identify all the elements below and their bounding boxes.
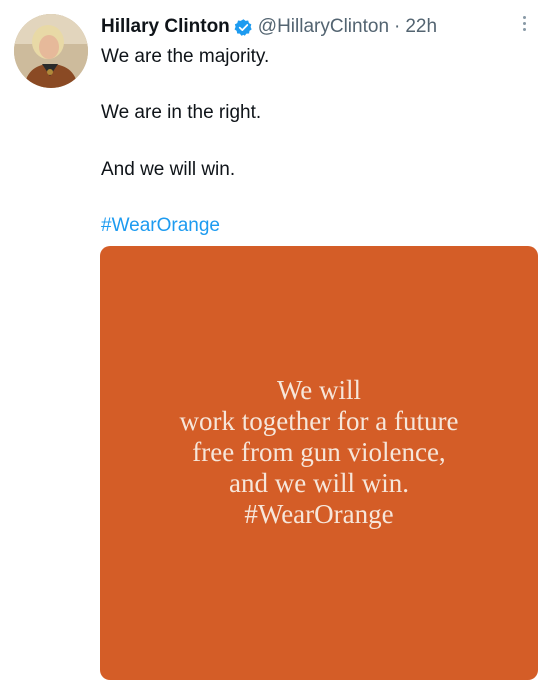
- media-text-line: #WearOrange: [244, 499, 394, 529]
- more-options-icon[interactable]: [518, 14, 530, 36]
- handle[interactable]: @HillaryClinton: [258, 16, 389, 38]
- verified-badge-icon: [234, 18, 252, 36]
- tweet-line: We are in the right.: [101, 102, 262, 123]
- media-text-line: work together for a future: [179, 406, 459, 436]
- media-caption: We will work together for a future free …: [100, 375, 538, 530]
- tweet[interactable]: Hillary Clinton @HillaryClinton · 22h We…: [0, 0, 542, 684]
- timestamp[interactable]: 22h: [405, 16, 437, 38]
- separator-dot: ·: [394, 16, 401, 37]
- hashtag-link[interactable]: #WearOrange: [101, 211, 220, 240]
- media-text-line: free from gun violence,: [192, 437, 446, 467]
- tweet-media-image[interactable]: We will work together for a future free …: [100, 246, 538, 680]
- profile-photo: [14, 14, 88, 88]
- avatar[interactable]: [14, 14, 88, 88]
- display-name[interactable]: Hillary Clinton: [101, 16, 230, 38]
- media-text-line: We will: [276, 375, 362, 405]
- tweet-line: And we will win.: [101, 159, 236, 180]
- tweet-line: We are the majority.: [101, 46, 270, 67]
- tweet-header: Hillary Clinton @HillaryClinton · 22h: [101, 14, 437, 40]
- media-text-line: and we will win.: [229, 468, 409, 498]
